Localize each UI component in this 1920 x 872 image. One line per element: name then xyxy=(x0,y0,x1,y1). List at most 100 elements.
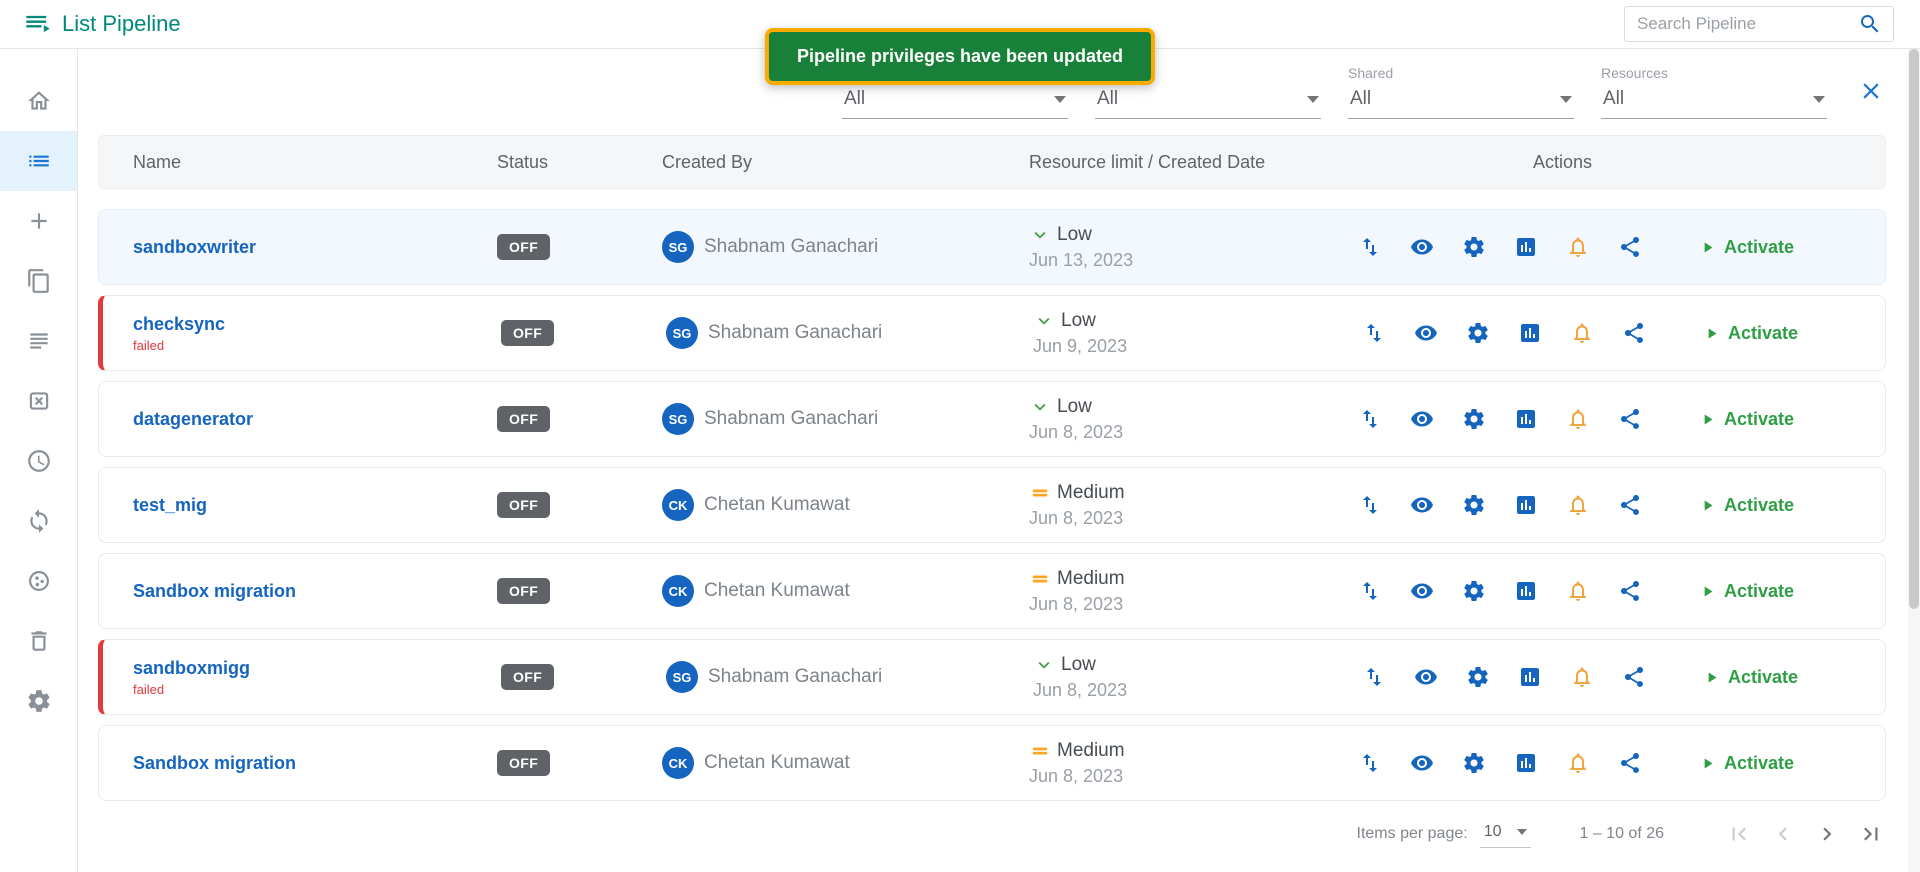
activate-button[interactable]: Activate xyxy=(1699,753,1794,774)
search-button[interactable] xyxy=(1847,7,1893,41)
last-page-button[interactable] xyxy=(1856,819,1886,849)
activate-button[interactable]: Activate xyxy=(1703,667,1798,688)
pipeline-name-link[interactable]: test_mig xyxy=(133,495,497,516)
table-row: Sandbox migration OFF CKChetan Kumawat M… xyxy=(98,553,1886,629)
activate-button[interactable]: Activate xyxy=(1699,495,1794,516)
analytics-button[interactable] xyxy=(1517,664,1543,690)
alerts-button[interactable] xyxy=(1565,492,1591,518)
swap-button[interactable] xyxy=(1357,492,1383,518)
settings-button[interactable] xyxy=(1461,234,1487,260)
settings-button[interactable] xyxy=(1461,578,1487,604)
analytics-button[interactable] xyxy=(1513,234,1539,260)
filter-dropdown-resources[interactable]: Resources All xyxy=(1601,65,1827,119)
sidebar-item-cluster[interactable] xyxy=(0,551,77,611)
sidebar-item-trash[interactable] xyxy=(0,611,77,671)
view-button[interactable] xyxy=(1413,664,1439,690)
status-badge: OFF xyxy=(501,664,554,690)
swap-icon xyxy=(1358,579,1382,603)
settings-button[interactable] xyxy=(1461,750,1487,776)
pipeline-name-link[interactable]: Sandbox migration xyxy=(133,753,497,774)
swap-button[interactable] xyxy=(1357,750,1383,776)
eye-icon xyxy=(1410,751,1434,775)
close-filters-button[interactable] xyxy=(1858,78,1884,107)
swap-button[interactable] xyxy=(1357,234,1383,260)
swap-icon xyxy=(1362,665,1386,689)
alerts-button[interactable] xyxy=(1565,234,1591,260)
bar-chart-icon xyxy=(1514,235,1538,259)
home-icon xyxy=(26,88,52,114)
swap-button[interactable] xyxy=(1361,664,1387,690)
pipeline-name-link[interactable]: checksync xyxy=(133,314,501,335)
activate-button[interactable]: Activate xyxy=(1699,581,1794,602)
analytics-button[interactable] xyxy=(1513,578,1539,604)
chevron-down-icon xyxy=(1813,96,1825,103)
view-button[interactable] xyxy=(1409,578,1435,604)
eye-icon xyxy=(1414,665,1438,689)
swap-button[interactable] xyxy=(1357,578,1383,604)
created-date: Jun 8, 2023 xyxy=(1029,508,1341,529)
chevron-down-icon xyxy=(1029,396,1051,418)
swap-button[interactable] xyxy=(1361,320,1387,346)
items-per-page-select[interactable]: 10 xyxy=(1480,821,1532,848)
chevron-left-icon xyxy=(1770,821,1796,847)
settings-button[interactable] xyxy=(1461,406,1487,432)
analytics-button[interactable] xyxy=(1517,320,1543,346)
gear-icon xyxy=(26,688,52,714)
filter-dropdown-shared[interactable]: Shared All xyxy=(1348,65,1574,119)
settings-button[interactable] xyxy=(1461,492,1487,518)
settings-button[interactable] xyxy=(1465,664,1491,690)
table-row: sandboxwriter OFF SGShabnam Ganachari Lo… xyxy=(98,209,1886,285)
share-button[interactable] xyxy=(1621,320,1647,346)
pipeline-name-link[interactable]: datagenerator xyxy=(133,409,497,430)
share-icon xyxy=(1618,493,1642,517)
view-button[interactable] xyxy=(1409,492,1435,518)
sidebar-item-history[interactable] xyxy=(0,431,77,491)
share-button[interactable] xyxy=(1617,406,1643,432)
view-button[interactable] xyxy=(1409,406,1435,432)
sidebar-item-discard[interactable] xyxy=(0,371,77,431)
sidebar-item-add-pipeline[interactable] xyxy=(0,191,77,251)
view-button[interactable] xyxy=(1409,750,1435,776)
analytics-button[interactable] xyxy=(1513,406,1539,432)
activate-button[interactable]: Activate xyxy=(1699,409,1794,430)
chevron-down-icon xyxy=(1033,654,1055,676)
share-button[interactable] xyxy=(1617,234,1643,260)
settings-button[interactable] xyxy=(1465,320,1491,346)
view-button[interactable] xyxy=(1409,234,1435,260)
share-button[interactable] xyxy=(1617,492,1643,518)
avatar: SG xyxy=(666,317,698,349)
sidebar-item-sync[interactable] xyxy=(0,491,77,551)
alerts-button[interactable] xyxy=(1565,578,1591,604)
analytics-button[interactable] xyxy=(1513,492,1539,518)
sidebar-item-logs[interactable] xyxy=(0,311,77,371)
search-input[interactable] xyxy=(1625,14,1847,34)
sidebar-item-collections[interactable] xyxy=(0,251,77,311)
sidebar-item-settings[interactable] xyxy=(0,671,77,731)
avatar: CK xyxy=(662,575,694,607)
share-button[interactable] xyxy=(1617,578,1643,604)
share-button[interactable] xyxy=(1621,664,1647,690)
alerts-button[interactable] xyxy=(1565,406,1591,432)
sync-icon xyxy=(26,508,52,534)
sidebar-item-pipeline-list[interactable] xyxy=(0,131,77,191)
view-button[interactable] xyxy=(1413,320,1439,346)
alerts-button[interactable] xyxy=(1569,320,1595,346)
analytics-button[interactable] xyxy=(1513,750,1539,776)
alerts-button[interactable] xyxy=(1569,664,1595,690)
swap-button[interactable] xyxy=(1357,406,1383,432)
pipeline-name-link[interactable]: sandboxmigg xyxy=(133,658,501,679)
pipeline-name-link[interactable]: Sandbox migration xyxy=(133,581,497,602)
sidebar-item-home[interactable] xyxy=(0,71,77,131)
column-header-name: Name xyxy=(99,152,497,173)
activate-button[interactable]: Activate xyxy=(1703,323,1798,344)
resource-level: Low xyxy=(1061,310,1096,332)
next-page-button[interactable] xyxy=(1812,819,1842,849)
creator-name: Shabnam Ganachari xyxy=(704,408,878,430)
play-icon xyxy=(1699,755,1716,772)
pipeline-name-link[interactable]: sandboxwriter xyxy=(133,237,497,258)
alerts-button[interactable] xyxy=(1565,750,1591,776)
activate-button[interactable]: Activate xyxy=(1699,237,1794,258)
swap-icon xyxy=(1358,235,1382,259)
share-button[interactable] xyxy=(1617,750,1643,776)
scrollbar-thumb[interactable] xyxy=(1909,49,1919,609)
